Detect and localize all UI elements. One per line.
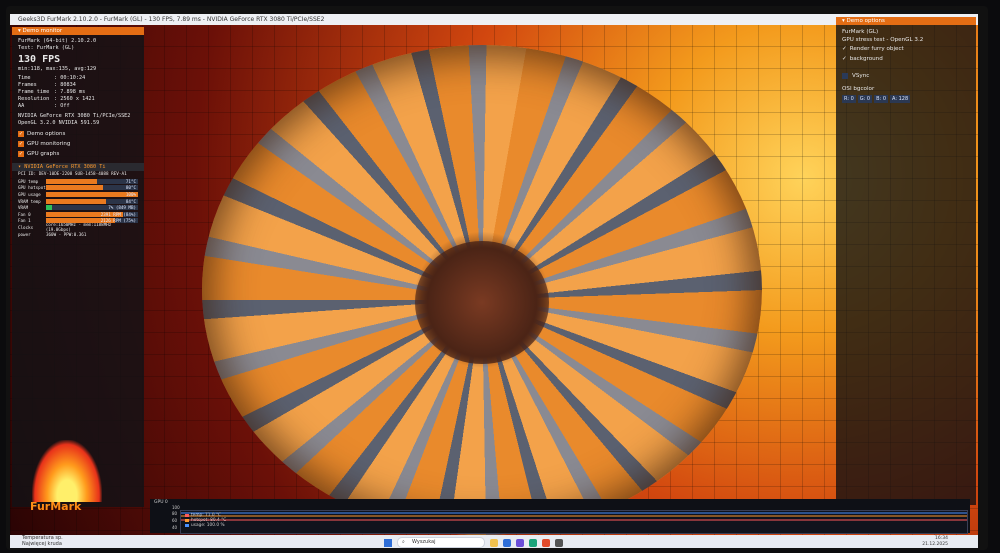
stat-row: Resolution: 2560 x 1421 (18, 96, 95, 102)
fps-readout: 130 FPS (18, 54, 61, 65)
demo-options-panel: ▾ Demo options FurMark (GL) GPU stress t… (836, 17, 976, 505)
axis-label-40: 40 (172, 525, 178, 530)
window-titlebar: Geeks3D FurMark 2.10.2.0 - FurMark (GL) … (10, 14, 978, 25)
folder-icon[interactable] (490, 538, 498, 547)
stat-row: Frame time: 7.898 ms (18, 89, 86, 95)
system-clock[interactable]: 16:34 21.12.2025 (922, 536, 948, 547)
gpu-sensor-row: VRAM 7% (849 MB) (18, 205, 138, 211)
furmark-logo: FurMark (20, 440, 110, 530)
axis-label-100: 100 (172, 505, 180, 510)
gl-version: OpenGL 3.2.0 NVIDIA 591.59 (18, 120, 100, 126)
gpu-sensor-row: Fan 0 2391 RPM (84%) (18, 211, 138, 217)
monitor-checkboxes: ✓ Demo options ✓ GPU monitoring ✓ GPU graphs (12, 129, 144, 159)
fur-donut-object (202, 45, 762, 535)
pci-id: PCI ID: DEV-10DE-2208 SUB-1458-4088 REV-… (18, 172, 127, 177)
gpu-sensor-row: Fan 1 2126 RPM (75%) (18, 218, 138, 224)
gpu-graph-plot: temp: 71.0 °C hotspot: 80.4 °C usage: 100.… (180, 510, 968, 534)
gpu-sensor-row: GPU temp 71°C (18, 178, 138, 184)
color-field[interactable]: B: 0 (874, 95, 889, 103)
gpu-sensor-rows: GPU temp 71°C GPU hotspot 80°C GPU usage 100%… (12, 178, 144, 224)
gpu-sensor-row: GPU hotspot 80°C (18, 185, 138, 191)
check-icon[interactable]: ✓ (18, 141, 24, 147)
sensor-bar: 80°C (46, 185, 138, 191)
sensor-bar: 7% (849 MB) (46, 205, 138, 211)
gpu-graph-panel: GPU 0 100 80 60 40 temp: 71.0 °C hotspot:… (150, 499, 970, 534)
demo-description: GPU stress test - OpenGL 3.2 (842, 37, 924, 43)
furmark-taskbar-icon[interactable] (542, 538, 550, 547)
stats-list: Time: 00:10:24 Frames: 80834 Frame time: 7… (12, 75, 144, 110)
flame-icon (32, 440, 102, 502)
test-name: Test: FurMark (GL) (18, 45, 75, 51)
demo-options-header[interactable]: ▾ Demo options (836, 17, 976, 25)
store-icon[interactable] (516, 538, 524, 547)
color-field[interactable]: G: 0 (857, 95, 873, 103)
stat-row: Frames: 80834 (18, 82, 76, 88)
graph-lines (181, 512, 967, 521)
sensor-bar: 100% (46, 191, 138, 197)
logo-text: FurMark (30, 500, 82, 513)
sensor-bar: 2391 RPM (84%) (46, 211, 138, 217)
render-checkboxes: ✓ Render furry object ✓ background (836, 44, 976, 64)
taskbar-search[interactable]: Wyszukaj (397, 537, 485, 548)
checkbox-demo-options[interactable]: ✓ Demo options (12, 129, 144, 139)
checkbox-gpu-graphs[interactable]: ✓ GPU graphs (12, 149, 144, 159)
stat-row: AA: Off (18, 103, 70, 109)
weather-widget[interactable]: Temperatura sp. Najwięcej kruda (22, 535, 63, 547)
demo-monitor-panel: ▾ Demo monitor FurMark (64-bit) 2.10.2.0… (12, 27, 144, 507)
checkbox-render-furry-object[interactable]: ✓ Render furry object (836, 44, 976, 54)
sensor-bar: 71°C (46, 178, 138, 184)
check-icon[interactable]: ✓ (18, 151, 24, 157)
color-field[interactable]: R: 0 (842, 95, 856, 103)
window-title: Geeks3D FurMark 2.10.2.0 - FurMark (GL) … (18, 16, 325, 23)
edge-icon[interactable] (503, 538, 511, 547)
start-icon[interactable] (384, 538, 392, 547)
checkbox-gpu-monitoring[interactable]: ✓ GPU monitoring (12, 139, 144, 149)
clocks-row: Clocks core:1650MHz - mem:1188MHz (19.0Gb… (18, 222, 112, 233)
axis-label-60: 60 (172, 518, 178, 523)
stat-row: Time: 00:10:24 (18, 75, 86, 81)
color-field[interactable]: A: 128 (890, 95, 911, 103)
axis-label-80: 80 (172, 511, 178, 516)
gpu-monitor-header[interactable]: ▾ NVIDIA GeForce RTX 3080 Ti (12, 163, 144, 171)
sensor-bar: 84°C (46, 198, 138, 204)
graph-title: GPU 0 (154, 500, 168, 505)
vsync-checkbox[interactable] (842, 73, 848, 79)
checkbox-background[interactable]: ✓ background (836, 54, 976, 64)
demo-name: FurMark (GL) (842, 29, 879, 35)
furmark-render-view (10, 25, 978, 535)
sensor-bar: 2126 RPM (75%) (46, 218, 138, 224)
app-version: FurMark (64-bit) 2.10.2.0 (18, 38, 97, 44)
renderer-name: NVIDIA GeForce RTX 3080 Ti/PCIe/SSE2 (18, 113, 131, 119)
check-icon[interactable]: ✓ (842, 45, 847, 53)
vsync-toggle[interactable]: VSync (836, 70, 976, 82)
gpu-sensor-row: VRAM temp 84°C (18, 198, 138, 204)
osi-bgcolor-label: OSI bgcolor (842, 86, 875, 92)
fps-range: min:118, max:135, avg:129 (18, 66, 97, 72)
windows-taskbar: Temperatura sp. Najwięcej kruda Wyszukaj… (10, 535, 978, 548)
app-icon[interactable] (529, 538, 537, 547)
gpu-sensor-row: GPU usage 100% (18, 191, 138, 197)
demo-monitor-header[interactable]: ▾ Demo monitor (12, 27, 144, 35)
osi-color-fields: R: 0 G: 0 B: 0 A: 128 (836, 93, 976, 105)
app2-icon[interactable] (555, 538, 563, 547)
graph-legend: temp: 71.0 °C hotspot: 80.4 °C usage: 100.… (185, 513, 226, 528)
vsync-label: VSync (852, 73, 870, 79)
legend-entry: usage: 100.0 % (185, 523, 226, 528)
check-icon[interactable]: ✓ (18, 131, 24, 137)
check-icon[interactable]: ✓ (842, 55, 847, 63)
